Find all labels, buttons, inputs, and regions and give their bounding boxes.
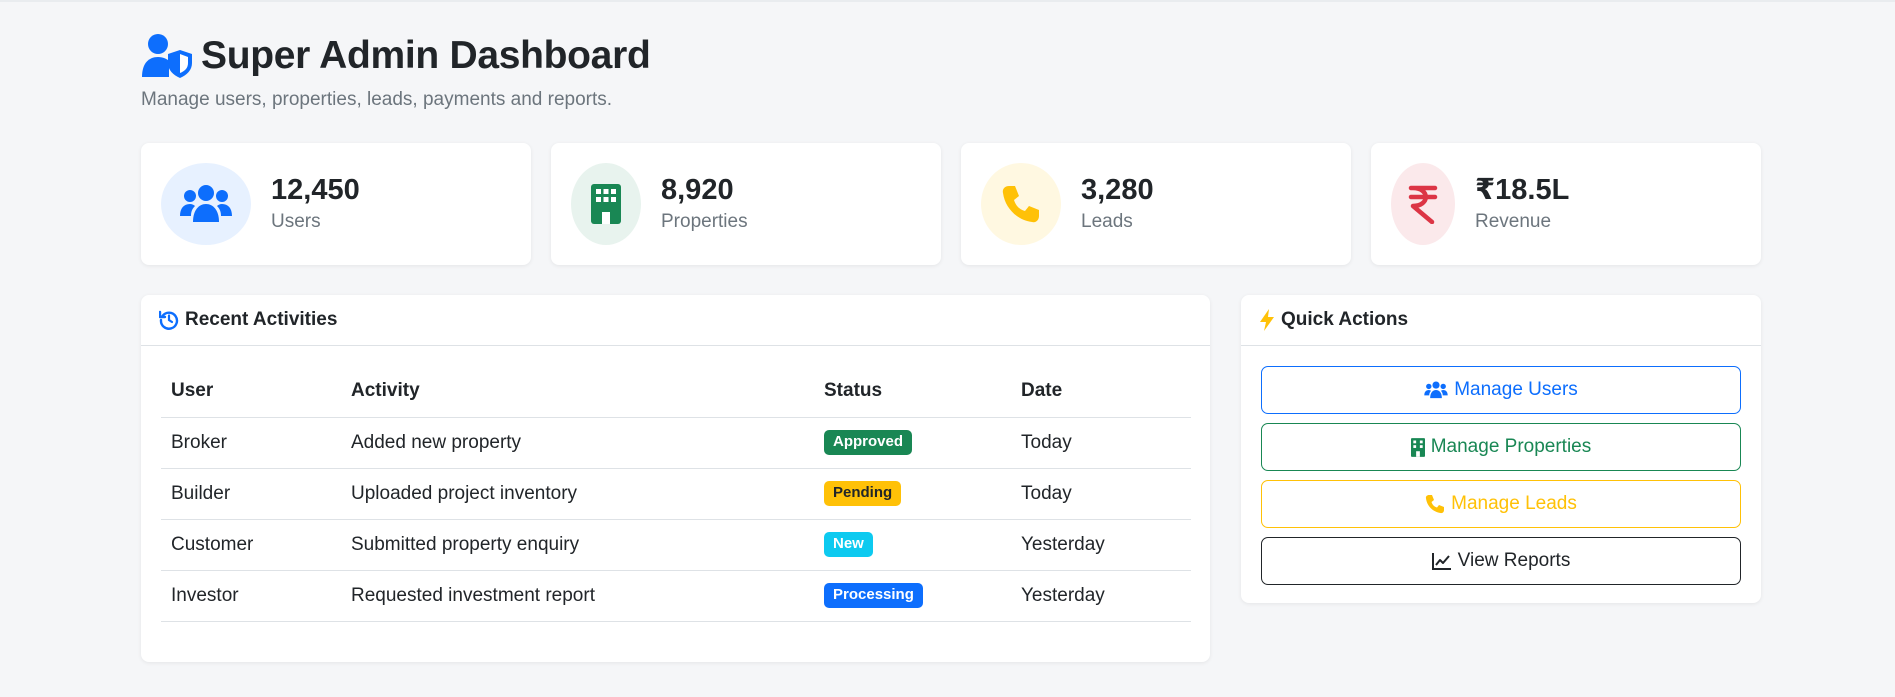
view-reports-button[interactable]: View Reports: [1261, 537, 1741, 585]
column-header: Status: [814, 365, 1011, 418]
panel-title: Recent Activities: [185, 309, 338, 330]
activity-cell: Submitted property enquiry: [341, 519, 814, 571]
user-cell: Builder: [161, 468, 341, 520]
chart-line-icon: [1431, 553, 1451, 570]
stat-card-properties: 8,920 Properties: [551, 143, 941, 265]
users-icon: [161, 163, 251, 245]
status-cell: New: [814, 519, 1011, 571]
building-icon: [1410, 437, 1425, 457]
stat-label: Leads: [1081, 210, 1133, 232]
status-badge: Processing: [824, 583, 923, 608]
stat-card-revenue: ₹18.5L Revenue: [1371, 143, 1761, 265]
stat-label: Properties: [661, 210, 748, 232]
column-header: Activity: [341, 365, 814, 418]
button-label: Manage Leads: [1451, 493, 1577, 514]
button-label: Manage Properties: [1430, 436, 1592, 457]
status-badge: New: [824, 532, 873, 557]
panel-title: Quick Actions: [1281, 309, 1409, 330]
user-cell: Customer: [161, 519, 341, 571]
table-row: Investor Requested investment report Proce…: [161, 570, 1191, 622]
stat-value: ₹18.5L: [1475, 174, 1570, 207]
table-header-row: User Activity Status Date: [161, 365, 1191, 418]
activity-cell: Added new property: [341, 417, 814, 469]
stat-value: 8,920: [661, 174, 734, 207]
table-row: Customer Submitted property enquiry New Yes…: [161, 519, 1191, 571]
date-cell: Today: [1011, 417, 1191, 469]
building-icon: [571, 163, 641, 245]
quick-actions-panel: Quick Actions Manage Users Manage Proper…: [1241, 295, 1761, 603]
bolt-icon: [1260, 309, 1274, 331]
date-cell: Yesterday: [1011, 570, 1191, 622]
phone-icon: [981, 163, 1061, 245]
manage-leads-button[interactable]: Manage Leads: [1261, 480, 1741, 528]
activity-cell: Uploaded project inventory: [341, 468, 814, 520]
status-cell: Processing: [814, 570, 1011, 622]
users-icon: [1424, 381, 1448, 399]
stat-value: 12,450: [271, 174, 360, 207]
stat-label: Users: [271, 210, 321, 232]
page-subtitle: Manage users, properties, leads, payment…: [141, 89, 613, 110]
status-badge: Pending: [824, 481, 902, 506]
stat-card-leads: 3,280 Leads: [961, 143, 1351, 265]
stat-card-users: 12,450 Users: [141, 143, 531, 265]
table-row: Builder Uploaded project inventory Pending…: [161, 468, 1191, 520]
manage-properties-button[interactable]: Manage Properties: [1261, 423, 1741, 471]
activity-cell: Requested investment report: [341, 570, 814, 622]
status-cell: Approved: [814, 417, 1011, 469]
button-label: Manage Users: [1454, 379, 1578, 400]
panel-header: Quick Actions: [1241, 295, 1761, 346]
user-cell: Investor: [161, 570, 341, 622]
activities-table: User Activity Status Date Broker Added ne…: [161, 365, 1191, 622]
column-header: User: [161, 365, 341, 418]
stats-row: 12,450 Users 8,920 Properties 3,280 Lead…: [141, 143, 1761, 265]
activities-table-body: Broker Added new property Approved Today Bui…: [161, 417, 1191, 622]
stat-label: Revenue: [1475, 210, 1552, 232]
page-title: Super Admin Dashboard: [201, 34, 651, 77]
table-row: Broker Added new property Approved Today: [161, 417, 1191, 469]
panel-header: Recent Activities: [141, 295, 1210, 346]
date-cell: Yesterday: [1011, 519, 1191, 571]
status-badge: Approved: [824, 430, 913, 455]
user-shield-icon: [141, 33, 193, 79]
page-header: Super Admin Dashboard Manage users, prop…: [141, 28, 651, 111]
status-cell: Pending: [814, 468, 1011, 520]
button-label: View Reports: [1457, 550, 1571, 571]
rupee-icon: [1391, 163, 1455, 245]
history-icon: [159, 310, 179, 330]
column-header: Date: [1011, 365, 1191, 418]
manage-users-button[interactable]: Manage Users: [1261, 366, 1741, 414]
stat-value: 3,280: [1081, 174, 1154, 207]
phone-icon: [1426, 495, 1445, 514]
recent-activities-panel: Recent Activities User Activity Status D…: [141, 295, 1210, 662]
user-cell: Broker: [161, 417, 341, 469]
date-cell: Today: [1011, 468, 1191, 520]
